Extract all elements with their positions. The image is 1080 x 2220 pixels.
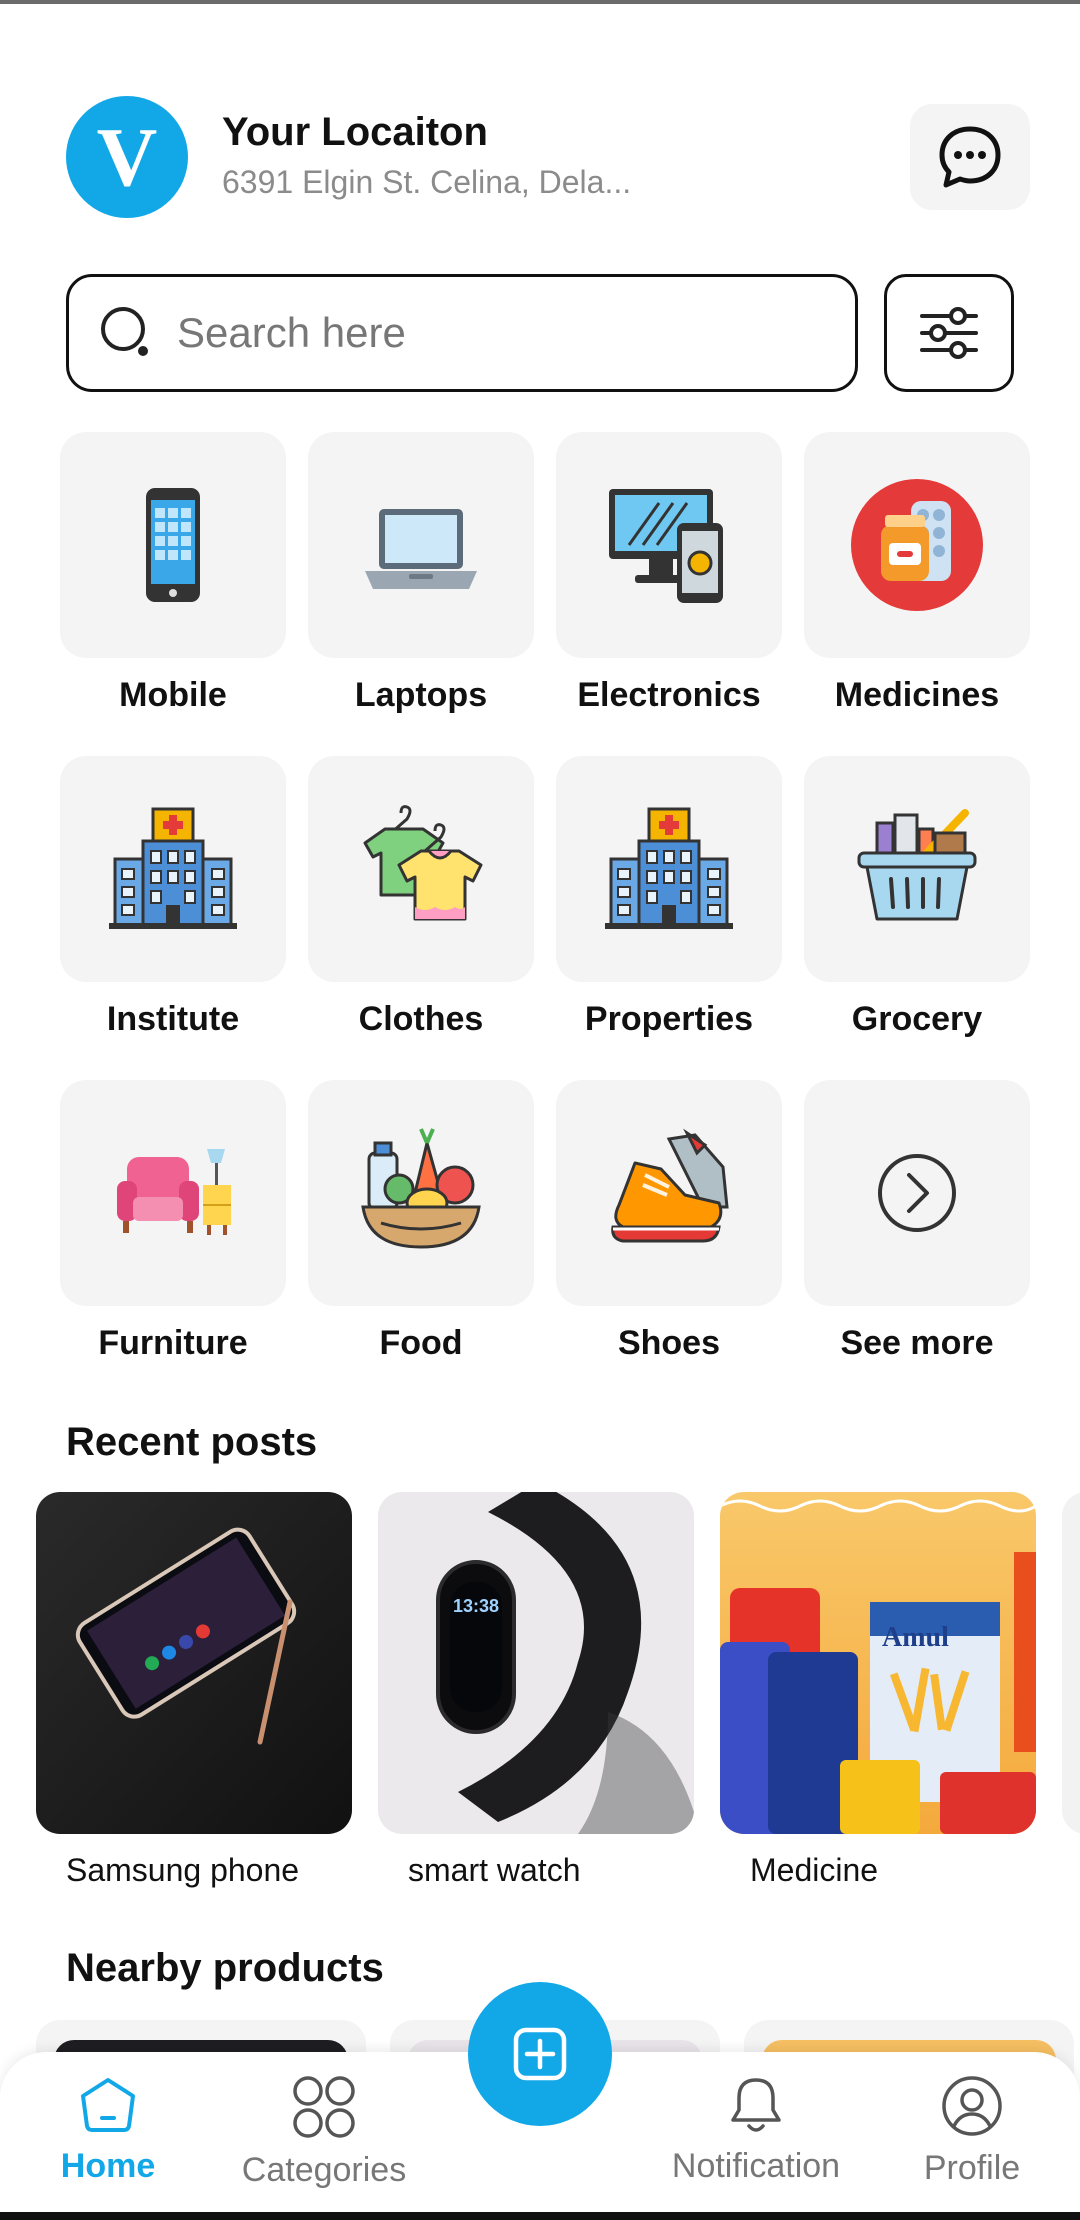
- properties-building-icon: [605, 807, 733, 929]
- electronics-icon: [609, 489, 723, 603]
- avatar[interactable]: V: [66, 96, 188, 218]
- category-label: Medicines: [834, 676, 1000, 714]
- category-laptops[interactable]: Laptops: [308, 432, 534, 715]
- location-title[interactable]: Your Locaiton: [222, 110, 488, 155]
- categories-grid-icon: [293, 2076, 355, 2138]
- nearby-products-title: Nearby products: [66, 1946, 384, 1990]
- category-label: Mobile: [119, 676, 227, 714]
- bell-icon: [731, 2078, 781, 2132]
- furniture-icon: [117, 1149, 231, 1235]
- category-label: Properties: [584, 1000, 754, 1038]
- nav-label: Home: [60, 2147, 156, 2185]
- category-label: Food: [379, 1324, 463, 1362]
- mobile-phone-icon: [146, 488, 200, 602]
- medicine-icon: [851, 479, 983, 611]
- category-food[interactable]: Food: [308, 1080, 534, 1363]
- post-caption: Samsung phone: [66, 1852, 300, 1888]
- chevron-right-circle-icon: [878, 1154, 956, 1232]
- grocery-basket-icon: [857, 809, 977, 921]
- category-institute[interactable]: Institute: [60, 756, 286, 1039]
- nav-notification[interactable]: Notification: [656, 2074, 856, 2186]
- category-medicines[interactable]: Medicines: [804, 432, 1030, 715]
- nav-home[interactable]: Home: [8, 2074, 208, 2186]
- category-clothes[interactable]: Clothes: [308, 756, 534, 1039]
- post-card[interactable]: 13:38 smart watch: [378, 1492, 694, 1889]
- post-card-partial[interactable]: [1062, 1492, 1080, 1834]
- category-properties[interactable]: Properties: [556, 756, 782, 1039]
- nav-profile[interactable]: Profile: [872, 2074, 1072, 2188]
- category-see-more[interactable]: See more: [804, 1080, 1030, 1363]
- filter-sliders-icon: [920, 307, 978, 359]
- location-address[interactable]: 6391 Elgin St. Celina, Dela...: [222, 164, 631, 201]
- location-header: V Your Locaiton 6391 Elgin St. Celina, D…: [66, 96, 1030, 224]
- post-image: [1062, 1492, 1080, 1834]
- search-icon: [101, 307, 148, 356]
- plus-square-icon: [513, 2027, 567, 2081]
- category-label: See more: [840, 1324, 994, 1362]
- category-furniture[interactable]: Furniture: [60, 1080, 286, 1363]
- shoes-icon: [611, 1128, 729, 1243]
- status-divider: [0, 0, 1080, 4]
- filter-button[interactable]: [884, 274, 1014, 392]
- laptop-icon: [365, 509, 477, 589]
- add-post-button[interactable]: [468, 1982, 612, 2126]
- food-basket-icon: [361, 1128, 481, 1249]
- profile-icon: [942, 2076, 1002, 2136]
- post-caption: smart watch: [408, 1852, 581, 1888]
- category-label: Furniture: [98, 1324, 248, 1362]
- watch-time: 13:38: [452, 1596, 500, 1616]
- nav-label: Notification: [671, 2147, 841, 2185]
- category-label: Institute: [106, 1000, 240, 1038]
- product-brand-text: Amul: [882, 1622, 949, 1653]
- category-grocery[interactable]: Grocery: [804, 756, 1030, 1039]
- post-image: [36, 1492, 352, 1834]
- post-image: 13:38: [378, 1492, 694, 1834]
- category-electronics[interactable]: Electronics: [556, 432, 782, 715]
- nav-categories[interactable]: Categories: [224, 2074, 424, 2190]
- home-icon: [81, 2078, 135, 2132]
- category-label: Clothes: [358, 1000, 484, 1038]
- nav-label: Profile: [923, 2149, 1021, 2187]
- nav-label: Categories: [241, 2151, 407, 2189]
- search-placeholder: Search here: [177, 309, 406, 356]
- category-label: Grocery: [851, 1000, 983, 1038]
- post-caption: Medicine: [750, 1852, 879, 1888]
- recent-posts-carousel[interactable]: Samsung phone 13:38 smart watch Amul Med…: [36, 1492, 1080, 1892]
- category-label: Electronics: [577, 676, 761, 714]
- category-mobile[interactable]: Mobile: [60, 432, 286, 715]
- chat-bubble-icon: [939, 126, 1001, 188]
- category-shoes[interactable]: Shoes: [556, 1080, 782, 1363]
- post-card[interactable]: Samsung phone: [36, 1492, 352, 1889]
- system-gesture-bar: [0, 2212, 1080, 2220]
- recent-posts-title: Recent posts: [66, 1420, 318, 1464]
- institute-building-icon: [109, 807, 237, 929]
- category-label: Shoes: [617, 1324, 721, 1362]
- clothes-icon: [363, 805, 483, 921]
- post-image: Amul: [720, 1492, 1036, 1834]
- chat-button[interactable]: [910, 104, 1030, 210]
- category-label: Laptops: [354, 676, 488, 714]
- search-input[interactable]: Search here: [66, 274, 858, 392]
- post-card[interactable]: Amul Medicine: [720, 1492, 1036, 1889]
